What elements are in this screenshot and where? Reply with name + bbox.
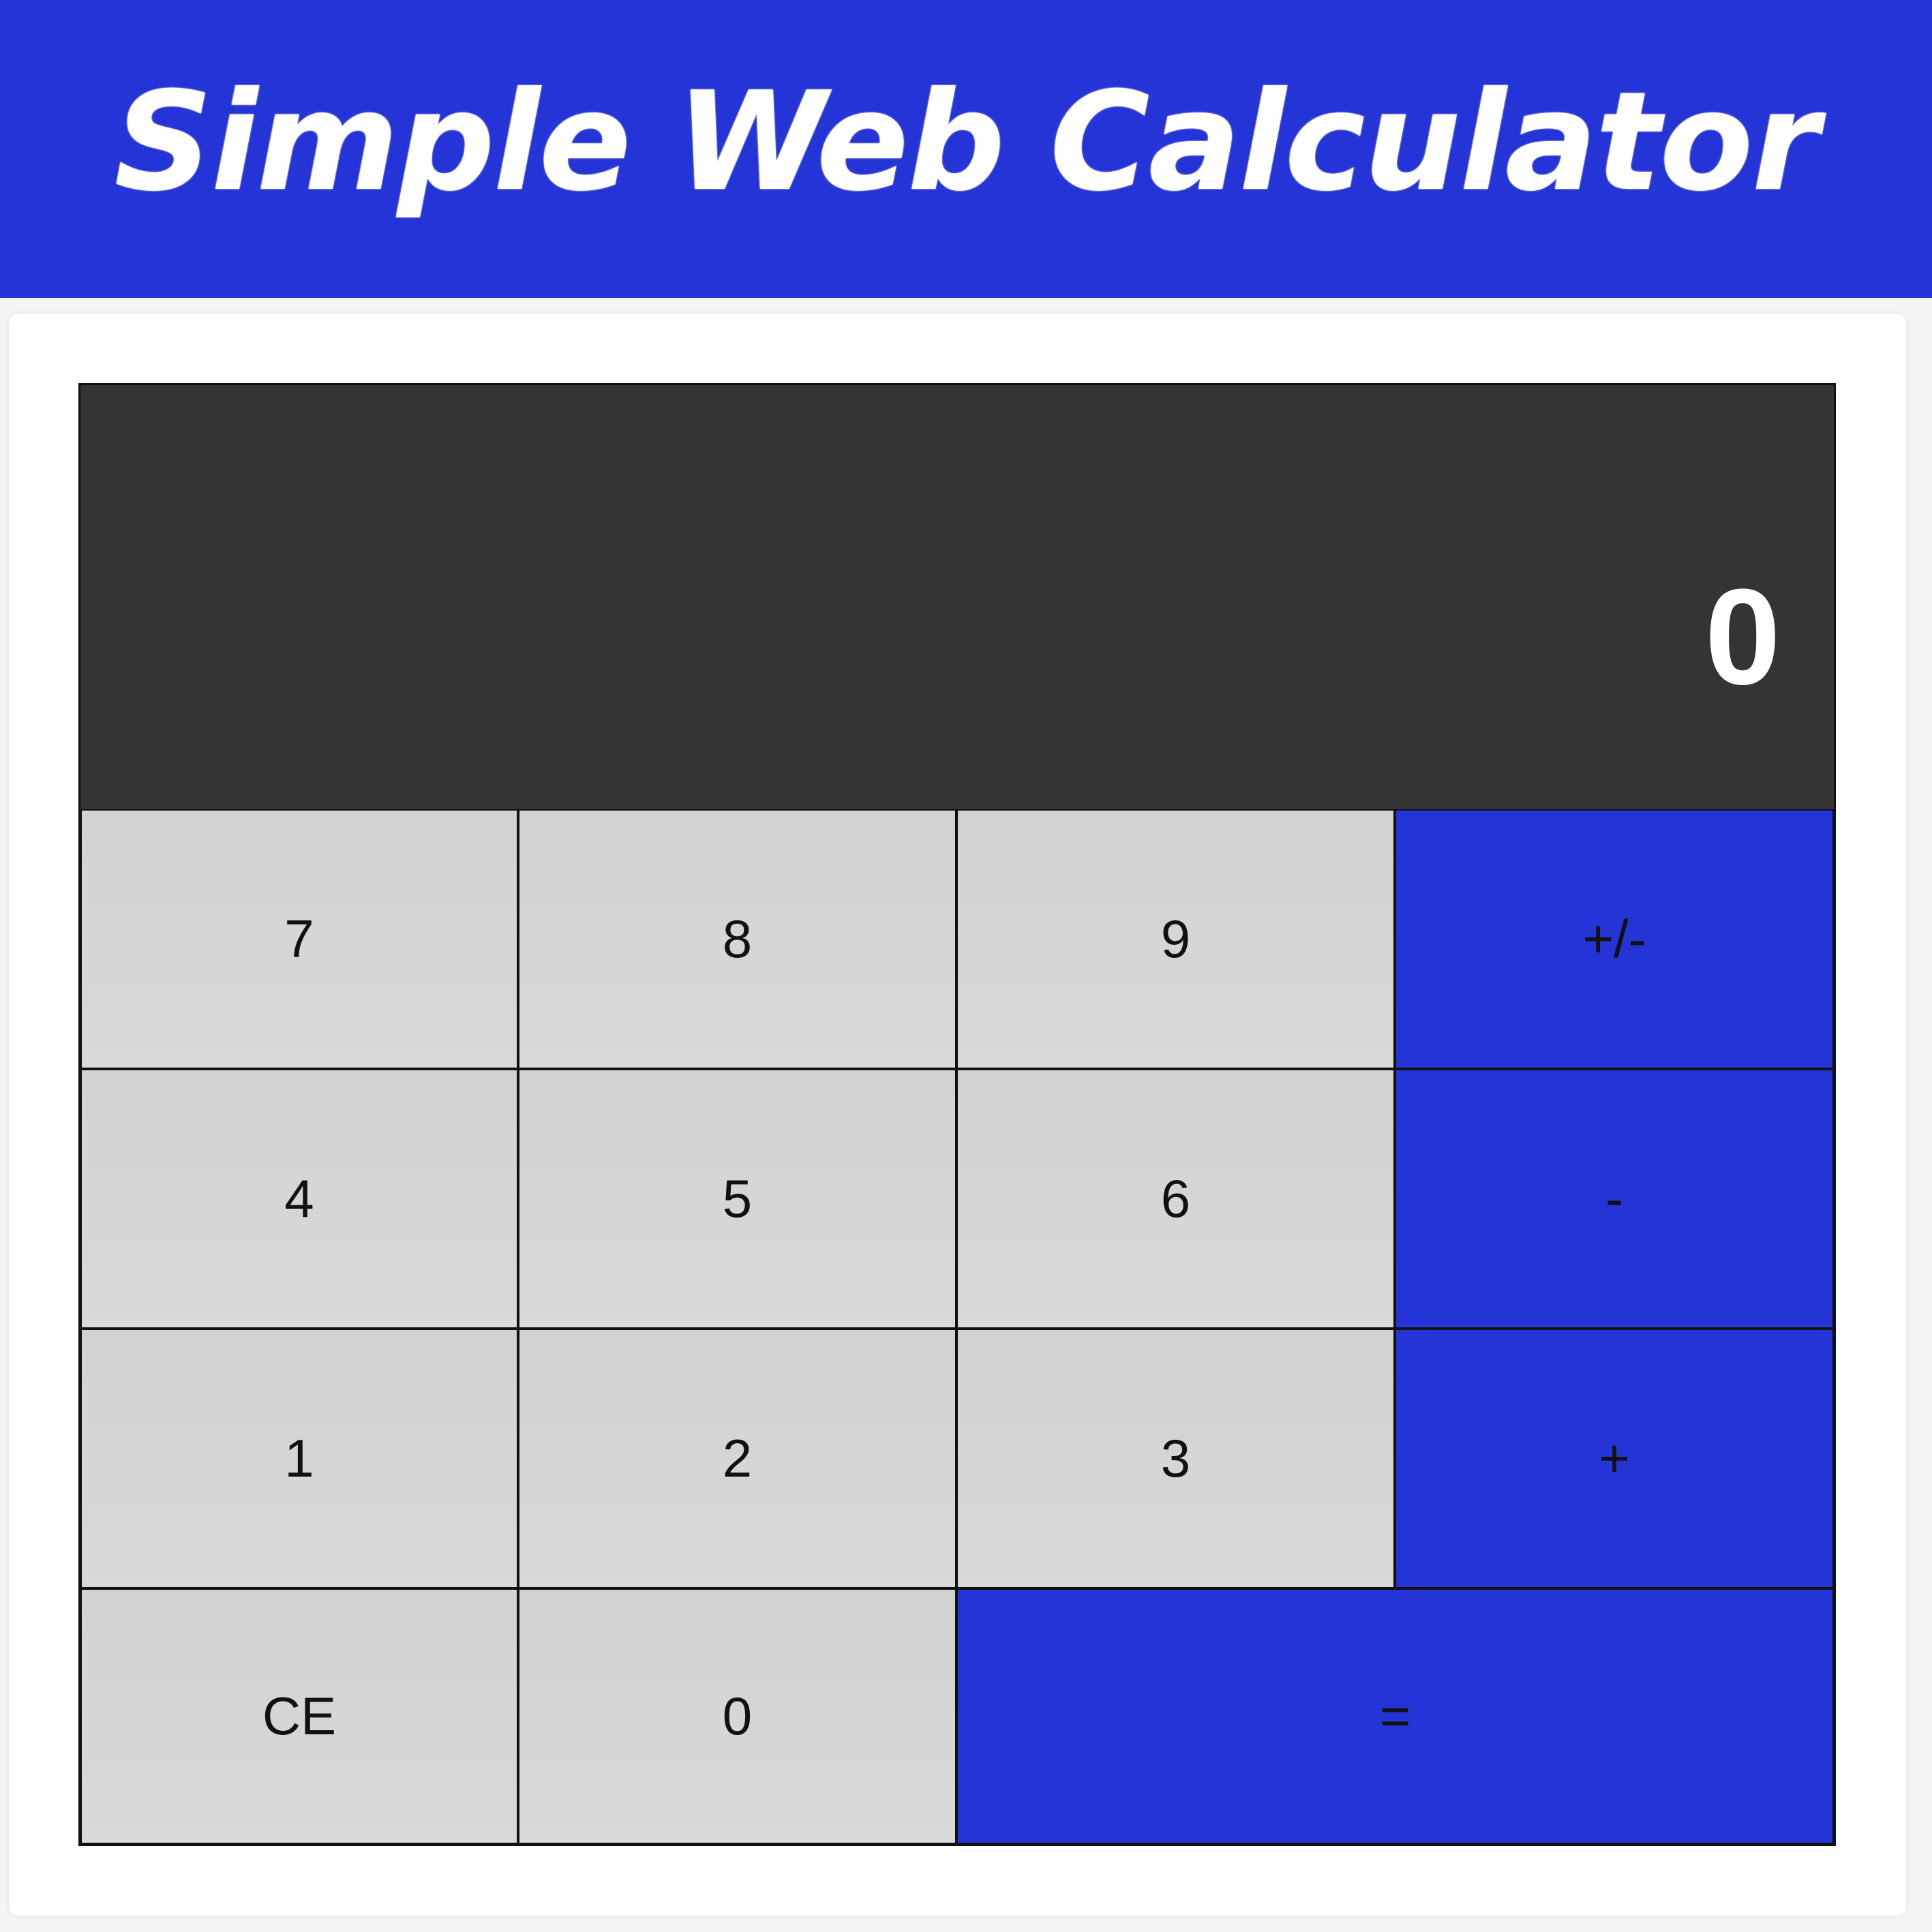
plus-minus-button[interactable]: +/- bbox=[1395, 809, 1834, 1069]
equals-button[interactable]: = bbox=[956, 1588, 1834, 1844]
key-4[interactable]: 4 bbox=[80, 1069, 518, 1329]
display-value: 0 bbox=[1704, 561, 1781, 713]
minus-button[interactable]: - bbox=[1395, 1069, 1834, 1329]
key-6[interactable]: 6 bbox=[956, 1069, 1395, 1329]
calculator-display: 0 bbox=[80, 385, 1834, 809]
key-5[interactable]: 5 bbox=[518, 1069, 956, 1329]
title-banner: Simple Web Calculator bbox=[0, 0, 1932, 298]
key-2[interactable]: 2 bbox=[518, 1329, 956, 1588]
clear-entry-button[interactable]: CE bbox=[80, 1588, 518, 1844]
calculator: 0 7 8 9 +/- 4 5 6 - 1 2 3 + CE 0 = bbox=[78, 383, 1836, 1846]
key-9[interactable]: 9 bbox=[956, 809, 1395, 1069]
key-0[interactable]: 0 bbox=[518, 1588, 956, 1844]
key-8[interactable]: 8 bbox=[518, 809, 956, 1069]
plus-button[interactable]: + bbox=[1395, 1329, 1834, 1588]
page-title: Simple Web Calculator bbox=[114, 63, 1820, 222]
key-7[interactable]: 7 bbox=[80, 809, 518, 1069]
key-3[interactable]: 3 bbox=[956, 1329, 1395, 1588]
key-1[interactable]: 1 bbox=[80, 1329, 518, 1588]
